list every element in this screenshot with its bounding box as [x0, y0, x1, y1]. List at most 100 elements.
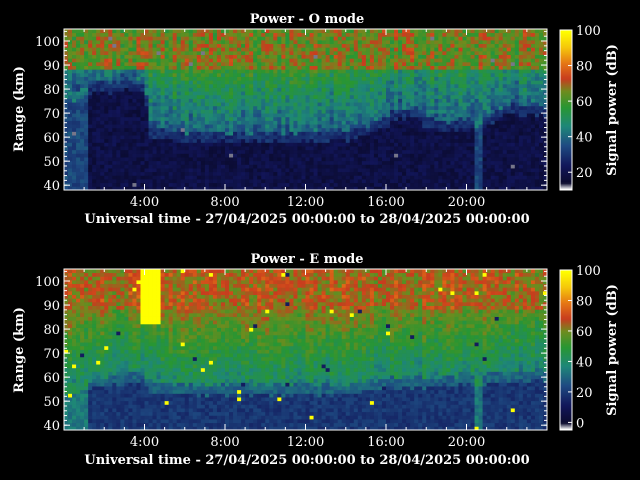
- heatmap-cell: [450, 102, 455, 107]
- heatmap-cell: [357, 113, 363, 118]
- heatmap-cell: [329, 146, 335, 151]
- heatmap-cell: [502, 179, 508, 184]
- heatmap-cell: [72, 153, 77, 158]
- heatmap-cell: [289, 124, 294, 129]
- heatmap-cell: [398, 69, 403, 74]
- heatmap-cell: [164, 72, 170, 77]
- heatmap-cell: [325, 102, 331, 107]
- heatmap-cell: [498, 135, 504, 140]
- heatmap-cell: [100, 94, 105, 99]
- heatmap-cell: [317, 168, 323, 173]
- heatmap-cell: [132, 109, 137, 114]
- heatmap-cell: [204, 94, 210, 99]
- heatmap-cell: [426, 98, 431, 103]
- heatmap-cell: [152, 157, 157, 162]
- heatmap-cell: [301, 146, 306, 151]
- heatmap-cell: [514, 171, 520, 176]
- heatmap-cell: [377, 69, 383, 74]
- heatmap-cell: [180, 98, 186, 103]
- heatmap-cell: [381, 98, 387, 103]
- heatmap-cell: [88, 168, 93, 173]
- heatmap-cell: [76, 87, 81, 92]
- heatmap-cell: [168, 160, 174, 165]
- heatmap-cell: [502, 102, 508, 107]
- heatmap-cell: [233, 61, 238, 66]
- heatmap-cell: [120, 54, 125, 59]
- heatmap-cell: [229, 91, 234, 96]
- heatmap-cell: [273, 138, 278, 143]
- heatmap-cell: [462, 113, 467, 118]
- heatmap-cell: [301, 127, 306, 132]
- heatmap-cell: [172, 72, 178, 77]
- heatmap-cell: [245, 36, 250, 41]
- heatmap-cell: [313, 105, 318, 110]
- heatmap-cell: [361, 43, 367, 48]
- heatmap-cell: [398, 87, 403, 92]
- heatmap-cell: [345, 87, 351, 92]
- heatmap-cell: [414, 138, 419, 143]
- heatmap-cell: [341, 54, 347, 59]
- heatmap-cell: [438, 113, 443, 118]
- heatmap-cell: [365, 127, 371, 132]
- heatmap-cell: [357, 98, 363, 103]
- heatmap-cell: [136, 127, 141, 132]
- heatmap-cell: [345, 72, 351, 77]
- heatmap-cell: [390, 50, 395, 56]
- heatmap-cell: [72, 116, 77, 121]
- heatmap-cell: [349, 149, 355, 154]
- heatmap-cell: [462, 175, 467, 180]
- heatmap-cell: [120, 69, 125, 74]
- heatmap-cell: [470, 32, 475, 37]
- heatmap-cell: [136, 179, 141, 184]
- heatmap-cell: [64, 91, 69, 96]
- heatmap-cell: [289, 83, 294, 88]
- heatmap-cell: [265, 168, 270, 173]
- heatmap-cell: [333, 61, 339, 66]
- heatmap-cell: [168, 29, 174, 34]
- heatmap-cell: [450, 50, 455, 56]
- heatmap-cell: [349, 171, 355, 176]
- heatmap-cell: [120, 113, 125, 118]
- heatmap-cell: [116, 69, 121, 74]
- heatmap-cell: [72, 102, 77, 107]
- heatmap-cell: [305, 83, 310, 88]
- heatmap-cell: [301, 105, 306, 110]
- heatmap-cell: [96, 39, 101, 45]
- heatmap-cell: [281, 94, 286, 99]
- heatmap-cell: [176, 124, 182, 129]
- heatmap-cell: [470, 146, 475, 151]
- heatmap-cell: [277, 179, 282, 184]
- heatmap-cell: [128, 124, 133, 129]
- heatmap-cell: [281, 36, 286, 41]
- heatmap-cell: [309, 50, 314, 56]
- heatmap-cell: [265, 179, 270, 184]
- heatmap-cell: [172, 36, 178, 41]
- heatmap-cell: [446, 105, 451, 110]
- heatmap-cell: [237, 164, 242, 169]
- heatmap-cell: [92, 54, 97, 59]
- heatmap-cell: [188, 138, 194, 143]
- heatmap-cell: [229, 69, 234, 74]
- heatmap-cell: [345, 43, 351, 48]
- heatmap-cell: [349, 29, 355, 34]
- heatmap-cell: [285, 153, 290, 158]
- heatmap-cell: [341, 138, 347, 143]
- heatmap-cell: [349, 58, 355, 63]
- heatmap-cell: [160, 39, 166, 45]
- heatmap-cell: [297, 127, 302, 132]
- heatmap-cell: [430, 43, 435, 48]
- heatmap-cell: [518, 135, 524, 140]
- heatmap-cell: [353, 109, 359, 114]
- heatmap-cell: [257, 50, 262, 56]
- heatmap-cell: [498, 146, 504, 151]
- heatmap-cell: [132, 120, 137, 125]
- heatmap-cell: [478, 102, 484, 107]
- heatmap-cell: [212, 76, 218, 81]
- heatmap-cell: [196, 182, 202, 187]
- heatmap-cell: [180, 69, 186, 74]
- heatmap-cell: [442, 58, 447, 63]
- heatmap-cell: [216, 61, 222, 66]
- heatmap-cell: [414, 61, 419, 66]
- heatmap-cell: [277, 127, 282, 132]
- heatmap-cell: [76, 29, 81, 34]
